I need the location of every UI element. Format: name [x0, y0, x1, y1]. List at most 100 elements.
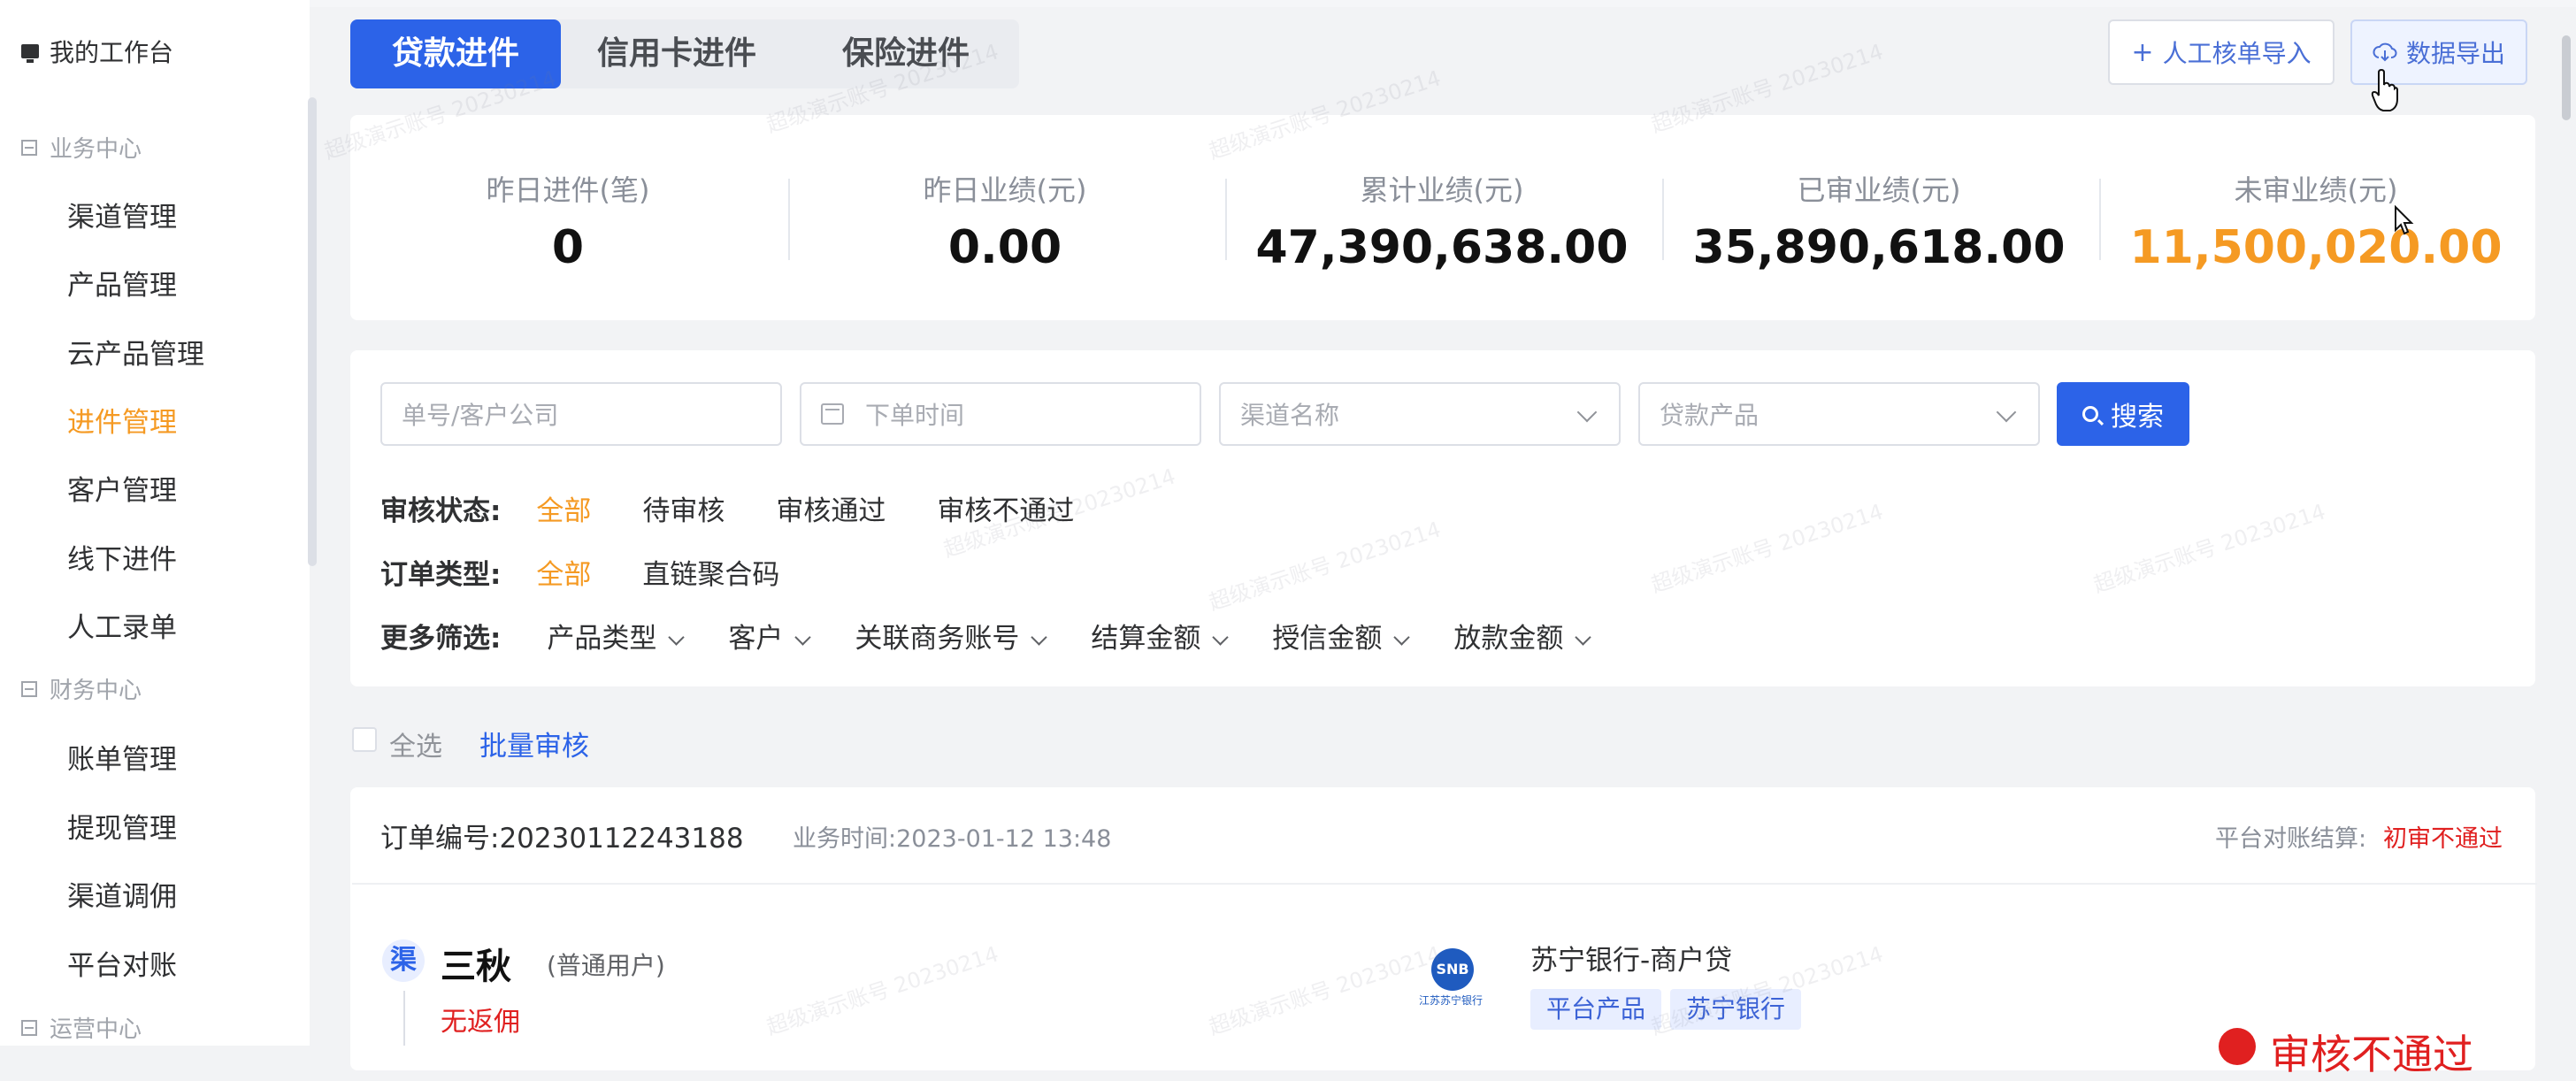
filter-dropdown-label: 客户 — [728, 623, 784, 655]
channel-placeholder: 渠道名称 — [1240, 401, 1340, 430]
order-number-value: 20230112243188 — [499, 823, 744, 855]
product-placeholder: 贷款产品 — [1660, 401, 1760, 430]
sidebar-scrollbar[interactable] — [308, 97, 317, 566]
divider — [1662, 179, 1664, 260]
audit-option-passed[interactable]: 审核通过 — [776, 488, 886, 528]
filter-dropdown-credit-amount[interactable]: 授信金额 — [1272, 616, 1411, 656]
stat-label: 昨日业绩(元) — [923, 173, 1087, 207]
filter-key: 审核状态: — [380, 495, 502, 527]
sidebar-item-withdraw[interactable]: 提现管理 — [67, 806, 177, 846]
section-label: 运营中心 — [50, 1016, 142, 1043]
filter-dropdown-label: 结算金额 — [1091, 623, 1201, 655]
hand-cursor-icon — [2371, 69, 2398, 111]
export-label: 数据导出 — [2405, 39, 2505, 68]
filter-dropdown-product-type[interactable]: 产品类型 — [547, 616, 686, 656]
chevron-down-icon — [1996, 402, 2017, 423]
stat-value: 0 — [551, 221, 585, 274]
time-placeholder: 下单时间 — [865, 401, 965, 430]
search-button[interactable]: 搜索 — [2057, 382, 2189, 446]
stat-label: 昨日进件(笔) — [486, 173, 650, 207]
order-time-picker[interactable]: 下单时间 — [800, 382, 1201, 446]
stat-unreviewed-amount: 未审业绩(元) 11,500,020.00 — [2121, 168, 2511, 274]
stat-value: 11,500,020.00 — [2129, 221, 2503, 274]
sidebar: 我的工作台 业务中心 渠道管理 产品管理 云产品管理 进件管理 客户管理 线下进… — [0, 0, 310, 1046]
tab-credit-card[interactable]: 信用卡进件 — [561, 19, 793, 88]
search-icon — [2082, 406, 2098, 422]
sidebar-item-customer[interactable]: 客户管理 — [67, 468, 177, 508]
order-number: 订单编号:20230112243188 — [380, 816, 744, 855]
sidebar-item-bill[interactable]: 账单管理 — [67, 737, 177, 777]
stat-yesterday-count: 昨日进件(笔) 0 — [373, 168, 763, 274]
stat-label: 未审业绩(元) — [2234, 173, 2398, 207]
section-business[interactable]: 业务中心 — [21, 131, 142, 164]
platform-settle-label: 平台对账结算: — [2215, 825, 2367, 853]
sidebar-item-reconcile[interactable]: 平台对账 — [67, 943, 177, 983]
stat-label: 累计业绩(元) — [1360, 173, 1524, 207]
divider — [788, 179, 790, 260]
audit-option-all[interactable]: 全部 — [536, 488, 591, 528]
rebate-status: 无返佣 — [441, 1007, 520, 1038]
order-placeholder: 单号/客户公司 — [402, 401, 559, 430]
select-all-checkbox[interactable] — [352, 727, 377, 752]
section-finance[interactable]: 财务中心 — [21, 672, 142, 705]
filter-dropdown-label: 授信金额 — [1272, 623, 1383, 655]
top-strip — [0, 0, 2576, 7]
divider — [1225, 179, 1227, 260]
sidebar-item-manual-entry[interactable]: 人工录单 — [67, 605, 177, 645]
filter-dropdown-loan-amount[interactable]: 放款金额 — [1453, 616, 1592, 656]
sidebar-item-channel[interactable]: 渠道管理 — [67, 195, 177, 234]
manual-import-button[interactable]: + 人工核单导入 — [2108, 19, 2334, 85]
filter-dropdown-label: 放款金额 — [1453, 623, 1564, 655]
stat-label: 已审业绩(元) — [1797, 173, 1961, 207]
chevron-down-icon — [1575, 629, 1592, 646]
bank-logo-caption: 江苏苏宁银行 — [1419, 994, 1484, 1007]
customer-type: (普通用户) — [547, 951, 665, 980]
chevron-down-icon — [1393, 629, 1411, 646]
filter-key: 更多筛选: — [380, 623, 502, 655]
chevron-down-icon — [1576, 402, 1598, 423]
channel-select[interactable]: 渠道名称 — [1219, 382, 1621, 446]
order-type-option-all[interactable]: 全部 — [536, 552, 591, 592]
stat-yesterday-amount: 昨日业绩(元) 0.00 — [810, 168, 1200, 274]
order-number-label: 订单编号: — [380, 823, 500, 855]
import-label: 人工核单导入 — [2162, 39, 2312, 68]
business-time: 业务时间:2023-01-12 13:48 — [793, 819, 1111, 854]
order-type-option-direct[interactable]: 直链聚合码 — [642, 552, 779, 592]
channel-badge: 渠 — [382, 939, 425, 982]
sidebar-item-offline[interactable]: 线下进件 — [67, 537, 177, 577]
main-scrollbar[interactable] — [2562, 35, 2571, 120]
filter-dropdown-business-account[interactable]: 关联商务账号 — [855, 616, 1048, 656]
business-time-label: 业务时间: — [793, 825, 897, 853]
customer-name[interactable]: 三秋 — [441, 938, 511, 989]
order-search-input[interactable]: 单号/客户公司 — [380, 382, 782, 446]
select-all-label[interactable]: 全选 — [389, 724, 442, 763]
workspace-label: 我的工作台 — [50, 38, 174, 67]
sidebar-item-product[interactable]: 产品管理 — [67, 263, 177, 303]
batch-review-link[interactable]: 批量审核 — [479, 724, 589, 763]
divider — [352, 883, 2537, 885]
chevron-down-icon — [1212, 629, 1230, 646]
monitor-icon — [21, 44, 39, 63]
section-operation[interactable]: 运营中心 — [21, 1011, 142, 1044]
filter-dropdown-label: 关联商务账号 — [855, 623, 1020, 655]
workspace-header[interactable]: 我的工作台 — [21, 34, 173, 69]
business-time-value: 2023-01-12 13:48 — [896, 825, 1112, 853]
product-name: 苏宁银行-商户贷 — [1530, 945, 1733, 977]
collapse-icon — [21, 1019, 37, 1036]
product-select[interactable]: 贷款产品 — [1638, 382, 2040, 446]
sidebar-item-commission[interactable]: 渠道调佣 — [67, 874, 177, 914]
arrow-cursor-icon — [2395, 205, 2414, 235]
stat-total-amount: 累计业绩(元) 47,390,638.00 — [1247, 168, 1637, 274]
filter-dropdown-customer[interactable]: 客户 — [728, 616, 812, 656]
stat-value: 47,390,638.00 — [1255, 221, 1629, 274]
sidebar-item-cloud-product[interactable]: 云产品管理 — [67, 332, 204, 372]
chevron-down-icon — [794, 629, 812, 646]
sidebar-item-application[interactable]: 进件管理 — [67, 400, 177, 440]
filter-dropdown-settle-amount[interactable]: 结算金额 — [1091, 616, 1230, 656]
review-status: 审核不通过 — [2270, 1031, 2473, 1078]
cloud-download-icon — [2373, 42, 2397, 62]
chevron-down-icon — [1031, 629, 1048, 646]
section-label: 财务中心 — [50, 678, 142, 704]
more-filters: 更多筛选: 产品类型 客户 关联商务账号 结算金额 授信金额 放款金额 — [380, 616, 1640, 656]
audit-option-pending[interactable]: 待审核 — [642, 488, 724, 528]
